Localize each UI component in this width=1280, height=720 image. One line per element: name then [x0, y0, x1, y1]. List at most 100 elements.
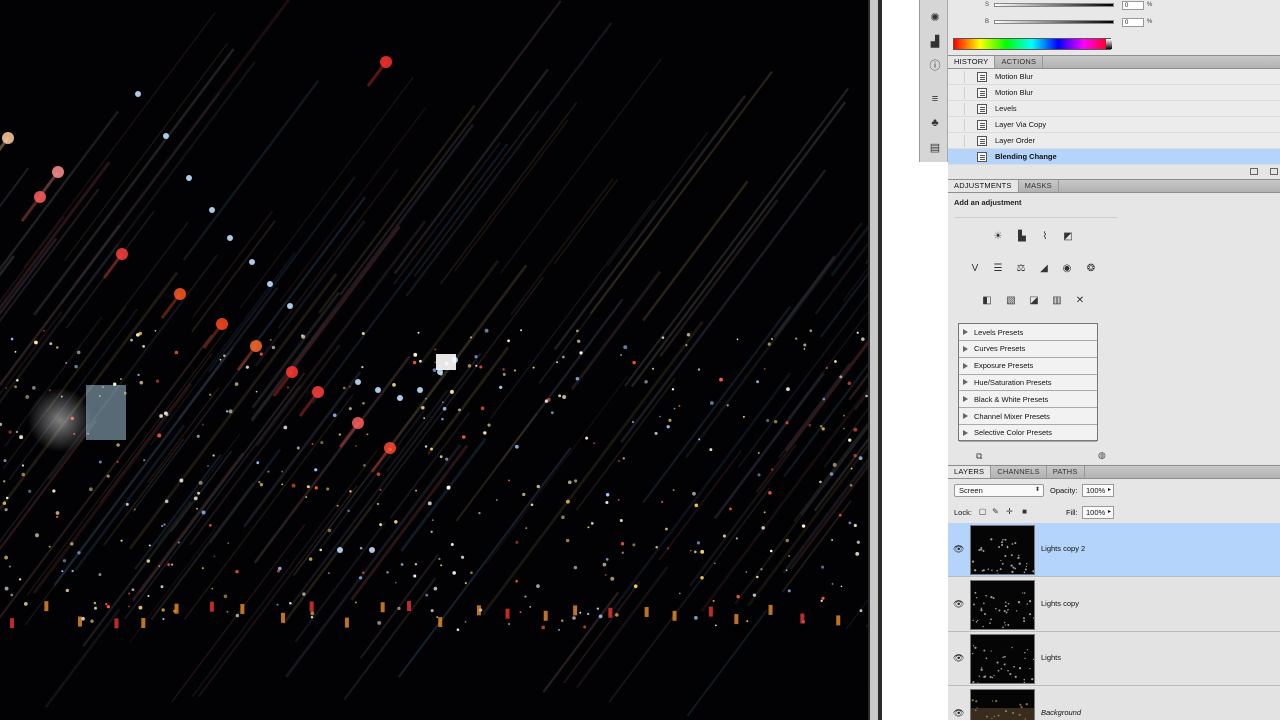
tab-actions[interactable]: ACTIONS	[995, 56, 1044, 68]
brightness-contrast-icon[interactable]: ☀	[990, 229, 1006, 243]
lock-position-icon[interactable]: ✛	[1005, 507, 1014, 516]
threshold-icon[interactable]: ◪	[1026, 293, 1042, 307]
preset-group-label: Exposure Presets	[974, 361, 1034, 371]
lock-transparency-icon[interactable]: ▢	[978, 507, 987, 516]
history-source-toggle[interactable]	[956, 118, 965, 131]
chevron-down-icon: ▸	[1107, 487, 1111, 493]
clip-to-layer-icon[interactable]: ⧉	[976, 451, 988, 461]
history-source-toggle[interactable]	[956, 150, 965, 163]
layer-row[interactable]: 👁 Background	[948, 687, 1280, 720]
preset-group[interactable]: Levels Presets	[959, 324, 1097, 341]
layer-thumbnail[interactable]	[970, 525, 1035, 575]
layer-thumbnail[interactable]	[970, 580, 1035, 630]
history-step-icon	[977, 135, 987, 146]
preset-group[interactable]: Channel Mixer Presets	[959, 408, 1097, 425]
disclosure-triangle-icon[interactable]	[963, 345, 968, 352]
thumbnail-image	[972, 591, 1034, 629]
eye-icon[interactable]: 👁	[953, 653, 965, 663]
invert-icon[interactable]: ◧	[979, 293, 995, 307]
history-state[interactable]: Layer Order	[948, 133, 1280, 149]
thumbnail-image	[971, 645, 1034, 683]
saturation-slider[interactable]	[994, 3, 1114, 7]
hue-saturation-icon[interactable]: ☰	[990, 261, 1006, 275]
selective-color-icon[interactable]: ✕	[1072, 293, 1088, 307]
lock-pixels-icon[interactable]: ✎	[991, 507, 1000, 516]
black-white-icon[interactable]: ◢	[1036, 261, 1052, 275]
channel-mixer-icon[interactable]: ❂	[1083, 261, 1099, 275]
new-snapshot-icon[interactable]	[1250, 168, 1258, 175]
exposure-icon[interactable]: ◩	[1060, 229, 1076, 243]
disclosure-triangle-icon[interactable]	[963, 362, 968, 369]
preset-group[interactable]: Selective Color Presets	[959, 425, 1097, 442]
tab-history[interactable]: HISTORY	[948, 56, 996, 68]
eye-icon[interactable]: 👁	[953, 599, 965, 609]
disclosure-triangle-icon[interactable]	[963, 413, 968, 419]
layer-row[interactable]: 👁 Lights	[948, 632, 1280, 686]
blend-mode-value: Screen	[959, 486, 983, 495]
black-white-swatch[interactable]	[1106, 39, 1112, 49]
photo-filter-icon[interactable]: ◉	[1059, 261, 1075, 275]
disclosure-triangle-icon[interactable]	[963, 429, 968, 436]
eye-icon[interactable]: 👁	[953, 708, 965, 718]
info-icon[interactable]: ⓘ	[928, 58, 942, 72]
eye-icon[interactable]: 👁	[953, 544, 965, 554]
disclosure-triangle-icon[interactable]	[963, 329, 968, 335]
canvas-scrollbar[interactable]	[870, 0, 878, 720]
history-source-toggle[interactable]	[956, 70, 965, 83]
tool-presets-icon[interactable]: ▤	[928, 140, 942, 154]
history-source-toggle[interactable]	[956, 102, 965, 115]
layers-panel: Screen ⬍ Opacity: 100% ▸ Lock: ▢ ✎ ✛ ■ F…	[948, 479, 1280, 720]
history-source-toggle[interactable]	[956, 134, 965, 147]
history-footer	[948, 165, 1280, 179]
curves-icon[interactable]: ⌇	[1037, 229, 1053, 243]
color-spectrum-bar[interactable]	[953, 38, 1112, 50]
history-state[interactable]: Levels	[948, 101, 1280, 117]
disclosure-triangle-icon[interactable]	[963, 379, 968, 386]
brightness-slider[interactable]	[994, 20, 1114, 24]
saturation-value-field[interactable]: 0	[1122, 0, 1144, 10]
preset-group[interactable]: Black & White Presets	[959, 391, 1097, 409]
preset-group[interactable]: Exposure Presets	[959, 358, 1097, 375]
history-source-toggle[interactable]	[956, 86, 965, 99]
layer-row[interactable]: 👁 Lights copy 2	[948, 523, 1280, 577]
history-state[interactable]: Motion Blur	[948, 69, 1280, 85]
adjustments-panel: Add an adjustment ☀ ▙ ⌇ ◩ V ☰ ⚖ ◢ ◉ ❂ ◧ …	[948, 193, 1280, 464]
lock-all-icon[interactable]: ■	[1020, 507, 1029, 516]
gradient-map-icon[interactable]: ▥	[1049, 293, 1065, 307]
preset-group-label: Levels Presets	[974, 327, 1024, 337]
tab-layers[interactable]: LAYERS	[948, 466, 992, 478]
tab-masks[interactable]: MASKS	[1019, 180, 1059, 192]
clone-source-icon[interactable]: ♣	[928, 116, 942, 130]
tab-channels[interactable]: CHANNELS	[991, 466, 1047, 478]
layer-name: Lights copy	[1041, 599, 1079, 608]
tab-adjustments[interactable]: ADJUSTMENTS	[948, 180, 1019, 192]
history-state[interactable]: Blending Change	[948, 149, 1280, 165]
saturation-slider-row[interactable]: S 0 %	[985, 0, 1152, 10]
layer-thumbnail[interactable]	[970, 689, 1035, 720]
opacity-field[interactable]: 100% ▸	[1082, 484, 1114, 497]
document-canvas[interactable]	[0, 0, 868, 720]
fill-value: 100%	[1086, 508, 1106, 517]
levels-icon[interactable]: ▙	[1014, 229, 1030, 243]
fill-field[interactable]: 100% ▸	[1082, 506, 1114, 519]
history-state[interactable]: Motion Blur	[948, 85, 1280, 101]
color-balance-icon[interactable]: ⚖	[1013, 261, 1029, 275]
brightness-value-field[interactable]: 0	[1122, 17, 1144, 27]
vibrance-icon[interactable]: V	[967, 261, 983, 275]
layer-row[interactable]: 👁 Lights copy	[948, 578, 1280, 632]
panel-icon-strip: ✺ ▟ ⓘ ≡ ♣ ▤	[919, 0, 948, 162]
brushes-icon[interactable]: ≡	[928, 92, 942, 106]
navigator-icon[interactable]: ✺	[928, 10, 942, 24]
delete-state-icon[interactable]	[1270, 168, 1278, 175]
adjustment-options-icon[interactable]: ◍	[1098, 450, 1112, 461]
disclosure-triangle-icon[interactable]	[963, 396, 968, 403]
layer-thumbnail[interactable]	[970, 634, 1035, 684]
preset-group[interactable]: Hue/Saturation Presets	[959, 374, 1097, 392]
preset-group[interactable]: Curves Presets	[959, 341, 1097, 358]
histogram-icon[interactable]: ▟	[928, 34, 942, 48]
history-state[interactable]: Layer Via Copy	[948, 117, 1280, 133]
blend-mode-select[interactable]: Screen ⬍	[954, 484, 1044, 497]
brightness-slider-row[interactable]: B 0 %	[985, 17, 1152, 27]
tab-paths[interactable]: PATHS	[1047, 466, 1085, 478]
posterize-icon[interactable]: ▧	[1003, 293, 1019, 307]
